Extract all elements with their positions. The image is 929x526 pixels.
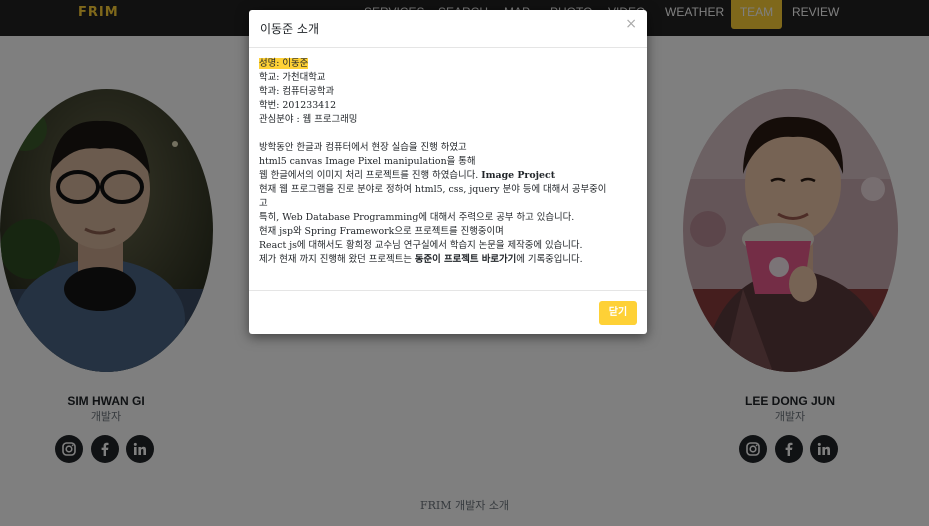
profile-name: 성명: 이동준 — [259, 58, 309, 69]
description-line: 현재 jsp와 Spring Framework으로 프로젝트를 진행중이며 — [259, 226, 504, 237]
description-line: React js에 대해서도 황희정 교수님 연구실에서 학습지 논문을 제작중… — [259, 240, 583, 251]
modal-header: 이동준 소개 × — [249, 10, 647, 48]
description-line: 웹 한글에서의 이미지 처리 프로젝트를 진행 하였습니다. — [259, 170, 482, 181]
description-line: 에 기록중입니다. — [516, 254, 583, 265]
close-icon[interactable]: × — [625, 16, 637, 32]
profile-major: 학과: 컴퓨터공학과 — [259, 86, 335, 97]
modal-body: 성명: 이동준 학교: 가천대학교 학과: 컴퓨터공학과 학번: 2012334… — [259, 57, 639, 267]
description-line: 현재 웹 프로그램을 진로 분야로 정하여 html5, css, jquery… — [259, 184, 607, 195]
description-line: 방학동안 한글과 컴퓨터에서 현장 실습을 진행 하였고 — [259, 142, 467, 153]
description-line: 제가 현재 까지 진행해 왔던 프로젝트는 — [259, 254, 415, 265]
modal-footer: 닫기 — [249, 290, 647, 335]
description-line: 고 — [259, 198, 268, 209]
profile-interest: 관심분야 : 웹 프로그래밍 — [259, 114, 358, 125]
image-project-link[interactable]: Image Project — [481, 170, 555, 181]
modal-title: 이동준 소개 — [260, 22, 320, 36]
description-line: 특히, Web Database Programming에 대해서 주력으로 공… — [259, 212, 575, 223]
description-line: html5 canvas Image Pixel manipulation을 통… — [259, 156, 476, 167]
project-shortcut-link[interactable]: 동준이 프로젝트 바로가기 — [415, 254, 516, 265]
profile-student-id: 학번: 201233412 — [259, 100, 337, 111]
close-button[interactable]: 닫기 — [599, 301, 637, 325]
profile-school: 학교: 가천대학교 — [259, 72, 326, 83]
member-detail-modal: 이동준 소개 × 성명: 이동준 학교: 가천대학교 학과: 컴퓨터공학과 학번… — [249, 10, 647, 334]
